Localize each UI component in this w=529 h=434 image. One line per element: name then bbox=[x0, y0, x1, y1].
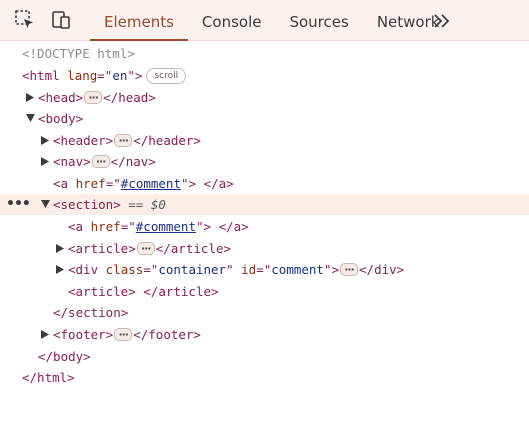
row-actions-icon[interactable]: ••• bbox=[6, 194, 31, 215]
tree-row-html-close[interactable]: </html> bbox=[0, 367, 529, 388]
collapse-triangle-icon[interactable] bbox=[39, 194, 51, 215]
head-element: <head></head> bbox=[38, 87, 156, 108]
scroll-badge[interactable]: scroll bbox=[146, 67, 187, 84]
article-element: <article> </article> bbox=[68, 284, 219, 299]
panel-tabs: Elements Console Sources Network bbox=[90, 0, 453, 41]
inspect-icon[interactable] bbox=[14, 9, 36, 31]
expand-triangle-icon[interactable] bbox=[54, 259, 66, 280]
section-close-tag: </section> bbox=[53, 305, 129, 320]
expand-triangle-icon[interactable] bbox=[39, 130, 51, 151]
header-element: <header></header> bbox=[53, 130, 201, 151]
tree-row-header[interactable]: <header></header> bbox=[0, 130, 529, 151]
tree-row-article[interactable]: <article></article> bbox=[0, 238, 529, 259]
expand-triangle-icon[interactable] bbox=[24, 87, 36, 108]
body-close-tag: </body> bbox=[38, 349, 91, 364]
tree-row-anchor[interactable]: <a href="#comment"> </a> bbox=[0, 216, 529, 237]
href-link[interactable]: #comment bbox=[121, 176, 181, 191]
tree-row-body-close[interactable]: </body> bbox=[0, 346, 529, 367]
section-open-tag: <section> == $0 bbox=[53, 197, 166, 212]
tree-row-section-selected[interactable]: ••• <section> == $0 bbox=[0, 194, 529, 215]
tree-row-article[interactable]: <article> </article> bbox=[0, 281, 529, 302]
div-element: <div class="container" id="comment"></di… bbox=[68, 259, 404, 280]
footer-element: <footer></footer> bbox=[53, 324, 201, 345]
doctype: <!DOCTYPE html> bbox=[22, 46, 135, 61]
tree-row-html[interactable]: <html lang="en"> scroll bbox=[0, 65, 529, 86]
device-toolbar-icon[interactable] bbox=[50, 9, 72, 31]
nav-element: <nav></nav> bbox=[53, 151, 156, 172]
href-link[interactable]: #comment bbox=[136, 219, 196, 234]
tree-row-anchor[interactable]: <a href="#comment"> </a> bbox=[0, 173, 529, 194]
ellipsis-icon[interactable] bbox=[136, 238, 155, 259]
more-tabs-icon[interactable] bbox=[432, 12, 452, 30]
tab-console[interactable]: Console bbox=[188, 0, 276, 40]
article-element: <article></article> bbox=[68, 238, 231, 259]
ellipsis-icon[interactable] bbox=[114, 130, 133, 151]
ellipsis-icon[interactable] bbox=[340, 259, 359, 280]
tree-row-footer[interactable]: <footer></footer> bbox=[0, 324, 529, 345]
tree-row-head[interactable]: <head></head> bbox=[0, 87, 529, 108]
ellipsis-icon[interactable] bbox=[114, 324, 133, 345]
tree-row-body[interactable]: <body> bbox=[0, 108, 529, 129]
collapse-triangle-icon[interactable] bbox=[24, 108, 36, 129]
tree-row-div[interactable]: <div class="container" id="comment"></di… bbox=[0, 259, 529, 280]
dom-tree: <!DOCTYPE html> <html lang="en"> scroll <… bbox=[0, 41, 529, 434]
expand-triangle-icon[interactable] bbox=[39, 324, 51, 345]
html-open-tag: <html lang="en"> scroll bbox=[22, 65, 187, 86]
anchor-element: <a href="#comment"> </a> bbox=[53, 176, 234, 191]
expand-triangle-icon[interactable] bbox=[39, 151, 51, 172]
expand-triangle-icon[interactable] bbox=[54, 238, 66, 259]
tab-elements[interactable]: Elements bbox=[90, 0, 188, 41]
tree-row-section-close[interactable]: </section> bbox=[0, 302, 529, 323]
selected-marker: == $0 bbox=[128, 197, 166, 212]
tree-row-doctype[interactable]: <!DOCTYPE html> bbox=[0, 43, 529, 64]
body-open-tag: <body> bbox=[38, 111, 84, 126]
ellipsis-icon[interactable] bbox=[91, 151, 110, 172]
ellipsis-icon[interactable] bbox=[84, 87, 103, 108]
tree-row-nav[interactable]: <nav></nav> bbox=[0, 151, 529, 172]
anchor-element: <a href="#comment"> </a> bbox=[68, 219, 249, 234]
devtools-toolbar: Elements Console Sources Network bbox=[0, 0, 529, 41]
html-close-tag: </html> bbox=[22, 370, 75, 385]
tab-sources[interactable]: Sources bbox=[275, 0, 362, 40]
